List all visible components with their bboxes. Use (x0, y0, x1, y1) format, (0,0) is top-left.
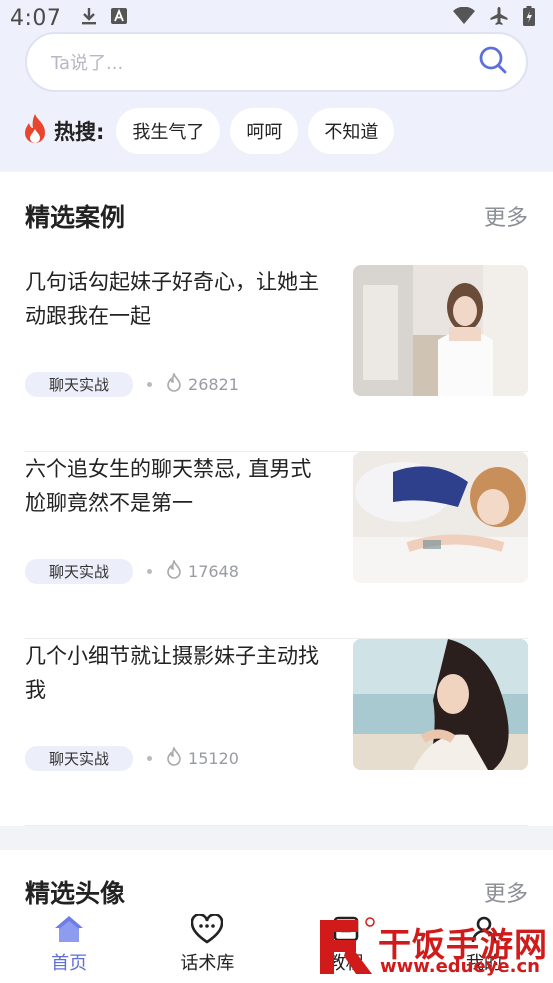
article-meta: 聊天实战 26821 (25, 371, 239, 397)
home-icon (54, 913, 84, 945)
article-title: 六个追女生的聊天禁忌, 直男式尬聊竟然不是第一 (25, 457, 312, 515)
separator-dot (147, 569, 153, 574)
section-title: 精选案例 (25, 203, 126, 232)
nav-label: 首页 (51, 953, 88, 974)
separator-dot (147, 382, 153, 387)
hot-chip[interactable]: 不知道 (308, 108, 395, 154)
nav-scripts[interactable]: 话术库 (138, 905, 276, 983)
nav-label: 我的 (465, 953, 502, 974)
status-bar: 4:07 (0, 0, 553, 36)
bottom-nav: 首页 话术库 教程 我的 (0, 905, 553, 983)
battery-icon (523, 6, 535, 30)
separator-dot (147, 756, 153, 761)
article-tag: 聊天实战 (25, 746, 134, 771)
header-area: 4:07 Ta说了... 热搜: 我生气了 呵呵 不知道 (0, 0, 553, 170)
nav-home[interactable]: 首页 (0, 905, 138, 983)
hot-chip[interactable]: 我生气了 (116, 108, 221, 154)
download-icon (81, 7, 97, 29)
fire-icon (22, 113, 48, 149)
hot-chip[interactable]: 呵呵 (230, 108, 299, 154)
more-link[interactable]: 更多 (484, 200, 528, 232)
search-bar[interactable]: Ta说了... (25, 32, 528, 92)
status-time: 4:07 (10, 5, 62, 31)
article-item[interactable]: 六个追女生的聊天禁忌, 直男式尬聊竟然不是第一 聊天实战 17648 (25, 452, 528, 639)
article-item[interactable]: 几个小细节就让摄影妹子主动找我 聊天实战 15120 (25, 639, 528, 826)
nav-profile[interactable]: 我的 (415, 905, 553, 983)
view-count: 17648 (188, 562, 239, 581)
view-count: 26821 (188, 375, 239, 394)
fire-outline-icon (166, 558, 182, 583)
article-meta: 聊天实战 15120 (25, 745, 239, 771)
view-count: 15120 (188, 749, 239, 768)
hot-search-row: 热搜: 我生气了 呵呵 不知道 (22, 108, 404, 154)
nav-tutorial[interactable]: 教程 (277, 905, 415, 983)
fire-outline-icon (166, 745, 182, 770)
featured-avatars-section: 精选头像 更多 (0, 850, 553, 910)
search-icon[interactable] (478, 45, 508, 79)
featured-cases-section: 精选案例 更多 几句话勾起妹子好奇心，让她主动跟我在一起 聊天实战 26821 (0, 172, 553, 826)
article-thumbnail (353, 452, 528, 583)
more-link[interactable]: 更多 (484, 876, 528, 908)
nav-label: 话术库 (180, 953, 235, 974)
heart-chat-icon (191, 913, 224, 945)
hot-search-label: 热搜: (54, 120, 105, 144)
section-header: 精选案例 更多 (25, 196, 528, 236)
airplane-icon (489, 6, 509, 30)
profile-icon (470, 913, 498, 945)
search-input[interactable]: Ta说了... (51, 49, 478, 75)
article-title: 几个小细节就让摄影妹子主动找我 (25, 644, 319, 702)
article-tag: 聊天实战 (25, 559, 134, 584)
article-title: 几句话勾起妹子好奇心，让她主动跟我在一起 (25, 270, 319, 328)
article-tag: 聊天实战 (25, 372, 134, 397)
book-icon (332, 913, 360, 945)
article-thumbnail (353, 265, 528, 396)
font-a-icon (111, 8, 128, 28)
fire-outline-icon (166, 371, 182, 396)
article-meta: 聊天实战 17648 (25, 558, 239, 584)
wifi-icon (453, 6, 475, 29)
nav-label: 教程 (327, 953, 364, 974)
article-item[interactable]: 几句话勾起妹子好奇心，让她主动跟我在一起 聊天实战 26821 (25, 265, 528, 452)
article-thumbnail (353, 639, 528, 770)
